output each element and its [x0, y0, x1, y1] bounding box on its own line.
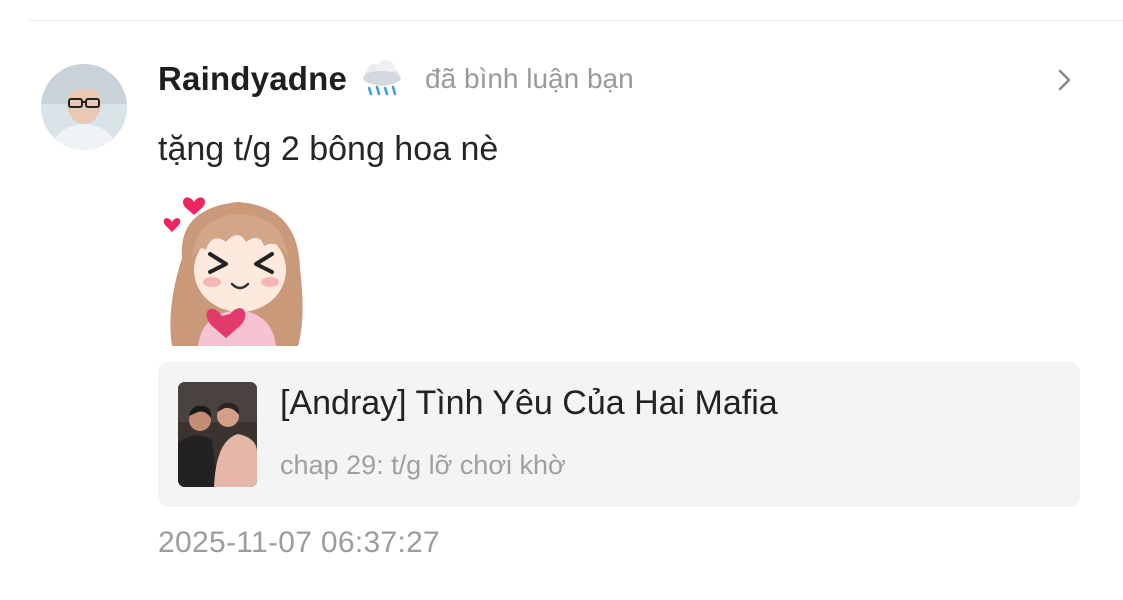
- notification-header: Raindyadne đã bình luận bạn: [158, 56, 634, 102]
- story-card[interactable]: [Andray] Tình Yêu Của Hai Mafia chap 29:…: [158, 362, 1080, 507]
- story-title: [Andray] Tình Yêu Của Hai Mafia: [280, 384, 778, 422]
- chapter-label: chap 29: t/g lỡ chơi khờ: [280, 450, 566, 480]
- username[interactable]: Raindyadne: [158, 60, 347, 98]
- top-divider: [28, 20, 1123, 21]
- avatar[interactable]: [41, 64, 127, 150]
- comment-text: tặng t/g 2 bông hoa nè: [158, 130, 499, 168]
- chevron-right-icon[interactable]: [1052, 62, 1078, 98]
- user-avatar-icon: [41, 64, 127, 150]
- chibi-girl-heart-sticker: [163, 197, 303, 346]
- story-cover-image: [178, 382, 257, 487]
- story-cover: [178, 382, 257, 487]
- timestamp: 2025-11-07 06:37:27: [158, 526, 441, 559]
- action-text: đã bình luận bạn: [425, 63, 634, 94]
- rain-cloud-icon: [363, 60, 402, 96]
